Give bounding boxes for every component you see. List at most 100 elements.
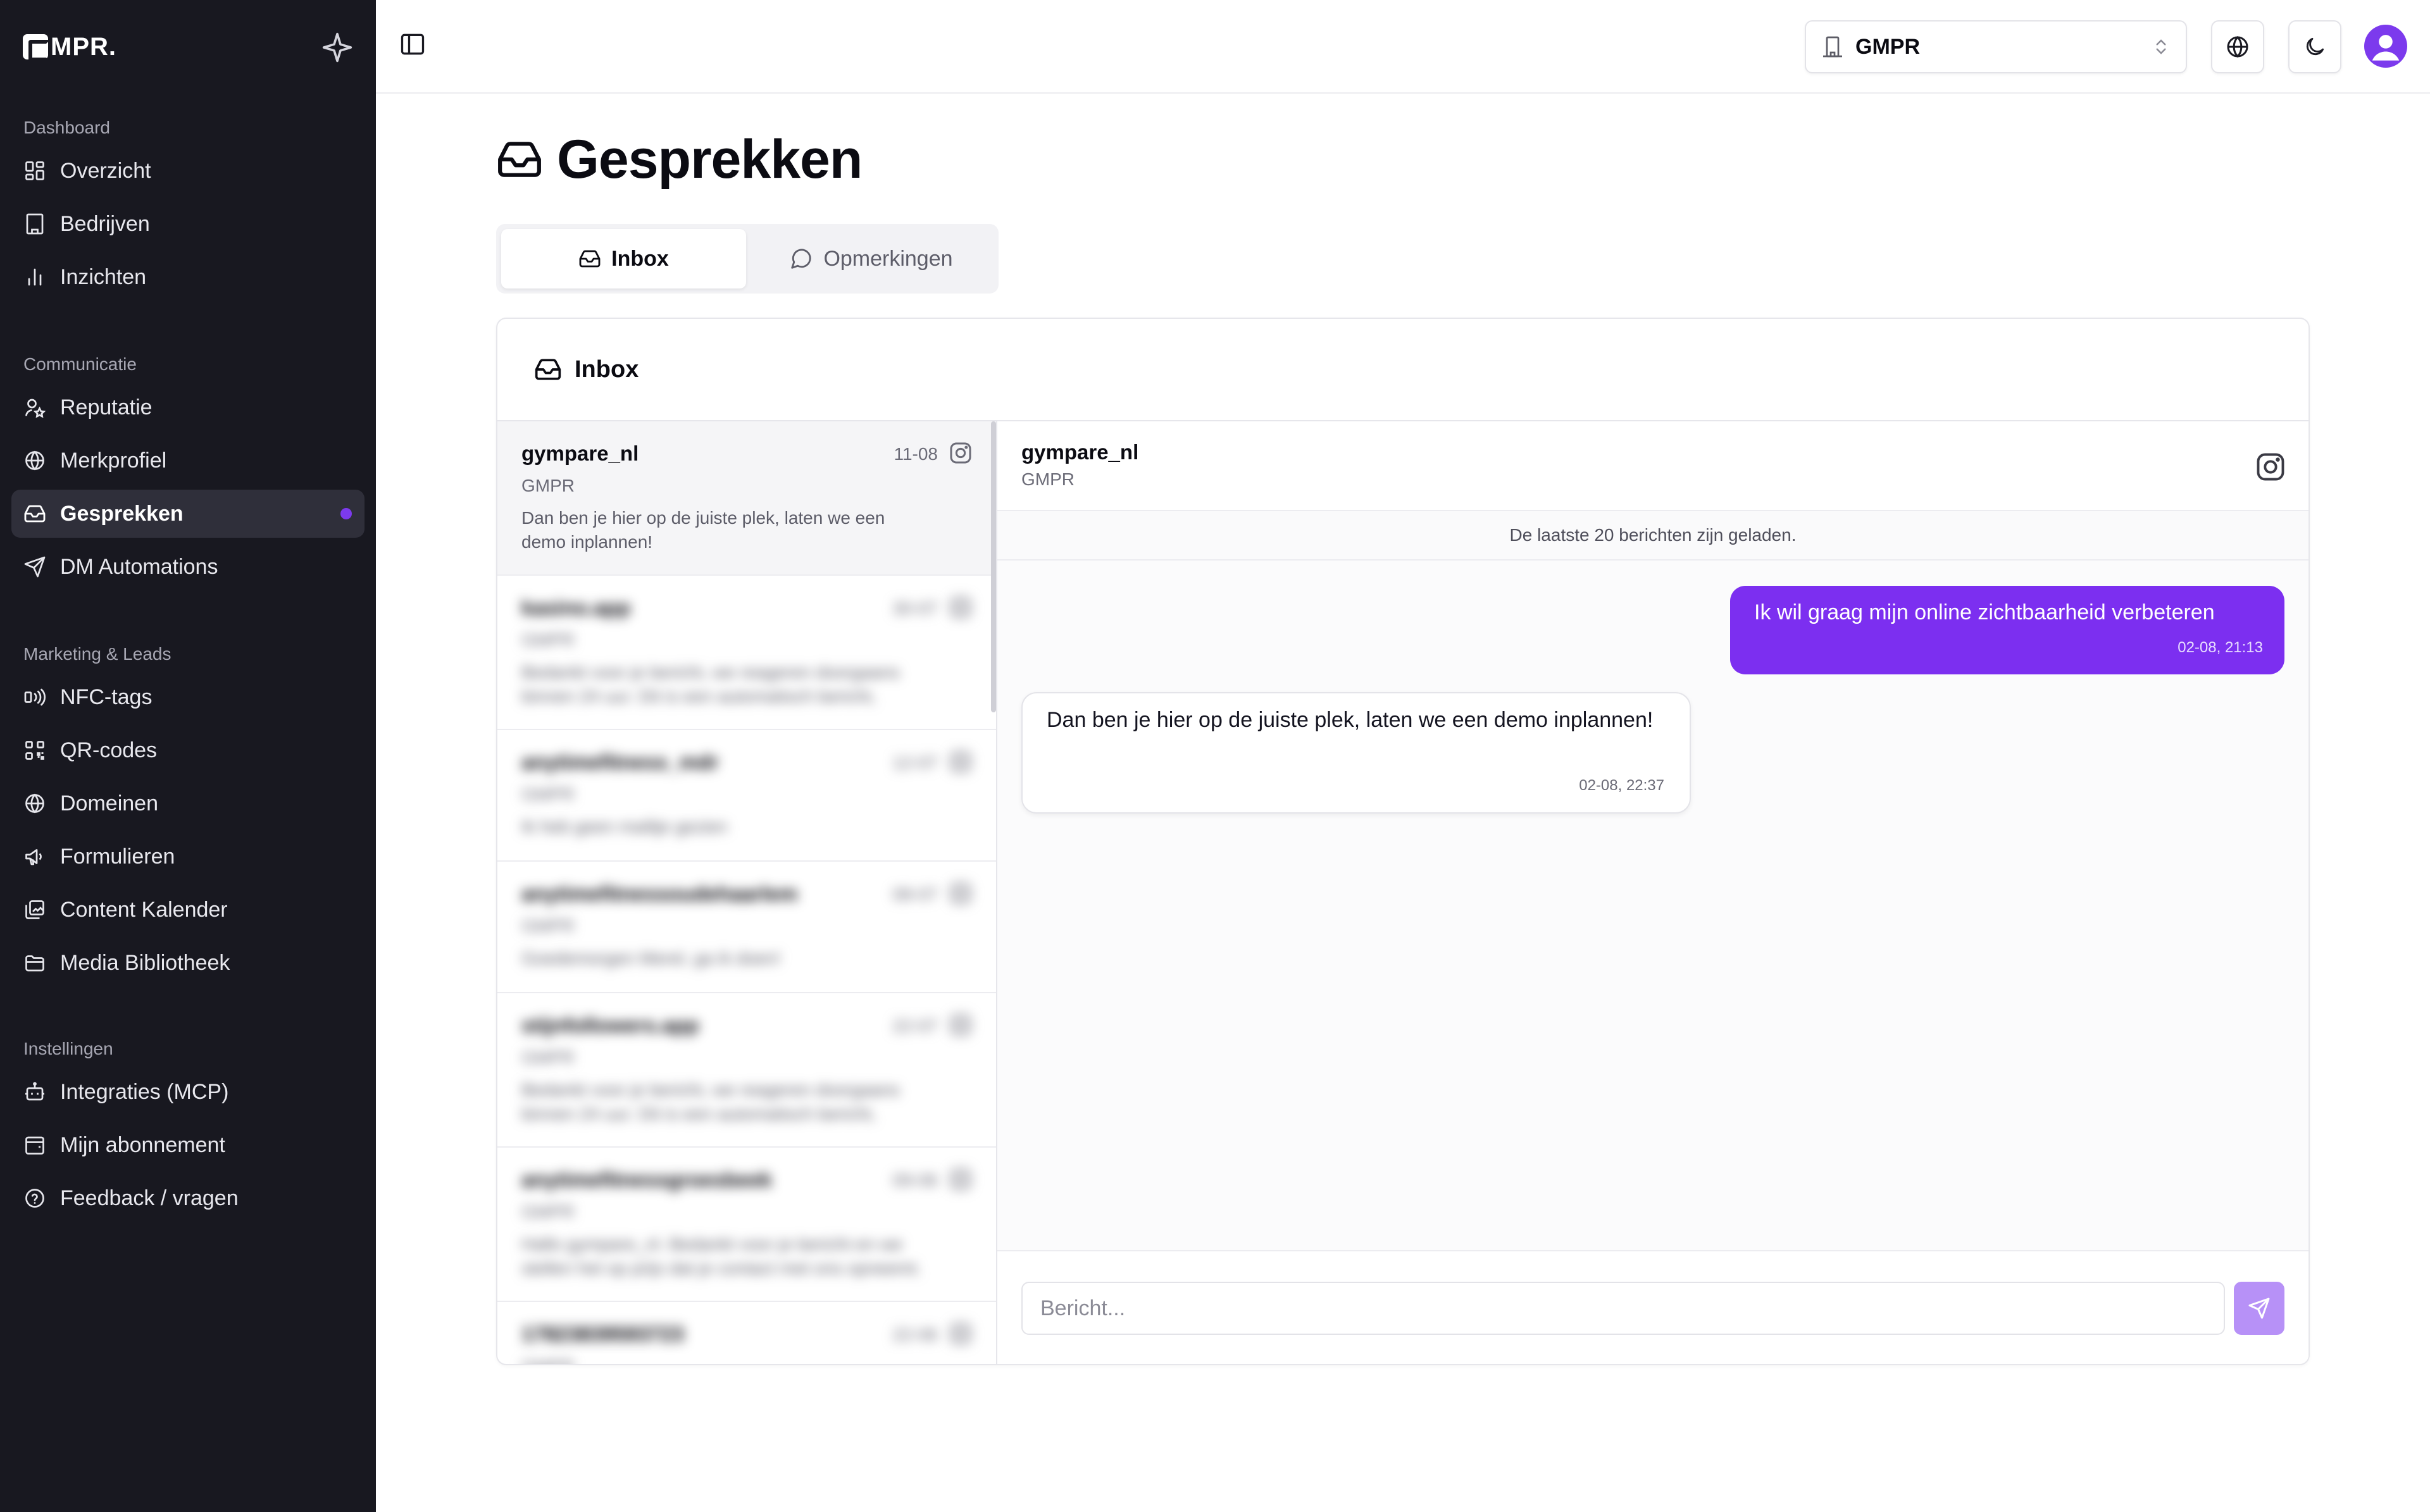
conversation-date: 09-06: [892, 1170, 938, 1190]
chat-contact-org: GMPR: [1021, 469, 1075, 489]
conversation-item[interactable]: stijnfollowers.app 22-07 GMPR Bedankt vo…: [497, 993, 996, 1148]
message-circle-icon: [789, 247, 813, 271]
sidebar-item-label: Formulieren: [60, 844, 175, 869]
nav-group-marketing: Marketing & Leads NFC-tags QR-codes Dome…: [11, 640, 364, 987]
user-icon: [2364, 25, 2407, 68]
sidebar-item-label: NFC-tags: [60, 685, 153, 709]
conversation-item[interactable]: gympare_nl 11-08 GMPR Dan ben je hier op…: [497, 421, 996, 576]
card-title: Inbox: [575, 356, 639, 383]
user-avatar[interactable]: [2364, 25, 2407, 68]
page-title-text: Gesprekken: [557, 128, 863, 190]
sidebar-item-label: Integraties (MCP): [60, 1079, 229, 1104]
conversation-list: gympare_nl 11-08 GMPR Dan ben je hier op…: [497, 421, 997, 1364]
sidebar-item-label: Gesprekken: [60, 501, 184, 526]
conversation-org: GMPR: [521, 1048, 575, 1067]
sidebar-item-mijn-abonnement[interactable]: Mijn abonnement: [11, 1121, 364, 1169]
instagram-icon: [948, 1167, 973, 1192]
instagram-icon: [948, 1012, 973, 1038]
sidebar-item-reputatie[interactable]: Reputatie: [11, 383, 364, 431]
megaphone-icon: [23, 845, 46, 868]
message-text: Ik wil graag mijn online zichtbaarheid v…: [1754, 600, 2215, 624]
sidebar: MPR. Dashboard Overzicht Bedrijven Inzic…: [0, 0, 376, 1512]
nav-group-title: Dashboard: [23, 118, 110, 137]
sidebar-item-feedback[interactable]: Feedback / vragen: [11, 1174, 364, 1222]
conversation-org: GMPR: [521, 1356, 972, 1364]
instagram-icon: [948, 440, 973, 466]
sidebar-item-merkprofiel[interactable]: Merkprofiel: [11, 437, 364, 485]
conversation-item[interactable]: anytimefitness_mdr 12-07 GMPR Ik heb gee…: [497, 730, 996, 862]
sidebar-item-domeinen[interactable]: Domeinen: [11, 779, 364, 827]
brand-name: MPR.: [51, 32, 116, 61]
brand-logo[interactable]: MPR.: [23, 32, 116, 62]
sidebar-item-bedrijven[interactable]: Bedrijven: [11, 200, 364, 248]
sidebar-item-label: Content Kalender: [60, 897, 228, 922]
nav-group-title: Marketing & Leads: [23, 644, 171, 664]
globe-icon: [23, 449, 46, 472]
sidebar-toggle-icon[interactable]: [399, 30, 427, 58]
tab-opmerkingen[interactable]: Opmerkingen: [749, 229, 994, 288]
globe-icon: [23, 792, 46, 815]
message-composer: [997, 1250, 2308, 1364]
instagram-icon: [948, 595, 973, 620]
card-header: Inbox: [497, 319, 2308, 421]
building-icon: [1821, 35, 1844, 58]
sidebar-item-formulieren[interactable]: Formulieren: [11, 833, 364, 881]
conversation-preview: Ik heb geen mailtje gezien: [521, 817, 728, 836]
conversation-item[interactable]: anytimefitnessoudehaarlem 08-07 GMPR Goe…: [497, 862, 996, 993]
sidebar-item-inzichten[interactable]: Inzichten: [11, 253, 364, 301]
conversation-preview: Bedankt voor je bericht, we reageren doo…: [521, 662, 900, 706]
organization-select[interactable]: GMPR: [1805, 20, 2187, 73]
chat-panel: gympare_nl GMPR De laatste 20 berichten …: [997, 421, 2308, 1364]
conversation-item[interactable]: 17823839593723 22-06 GMPR: [497, 1302, 996, 1364]
chevrons-up-down-icon: [2152, 37, 2171, 56]
messages-loaded-notice: De laatste 20 berichten zijn geladen.: [997, 511, 2308, 561]
sidebar-item-qr-codes[interactable]: QR-codes: [11, 726, 364, 774]
sidebar-item-overzicht[interactable]: Overzicht: [11, 147, 364, 195]
inbox-icon: [578, 247, 601, 270]
sidebar-item-dm-automations[interactable]: DM Automations: [11, 543, 364, 591]
send-button[interactable]: [2234, 1282, 2284, 1335]
sidebar-item-nfc-tags[interactable]: NFC-tags: [11, 673, 364, 721]
conversation-item[interactable]: anytimefitnessgroesbeek 09-06 GMPR Hallo…: [497, 1148, 996, 1302]
theme-toggle-button[interactable]: [2288, 20, 2341, 73]
tab-inbox[interactable]: Inbox: [501, 229, 746, 288]
send-icon: [2248, 1297, 2271, 1320]
conversation-item[interactable]: kasino.app 30-07 GMPR Bedankt voor je be…: [497, 576, 996, 730]
inbox-icon: [534, 356, 562, 383]
sidebar-item-label: Merkprofiel: [60, 448, 167, 473]
moon-icon: [2303, 35, 2327, 59]
grid-icon: [23, 159, 46, 182]
unread-dot-badge: [340, 508, 352, 519]
conversation-preview: Goedemorgen Merel, ga ik doen!: [521, 948, 781, 968]
sidebar-item-label: Inzichten: [60, 264, 147, 289]
sidebar-item-label: Media Bibliotheek: [60, 950, 230, 975]
conversation-preview: Hallo gympare_nl. Bedankt voor je berich…: [521, 1234, 921, 1278]
sidebar-item-integraties[interactable]: Integraties (MCP): [11, 1068, 364, 1116]
conversation-date: 30-07: [892, 598, 938, 618]
inbox-card: Inbox gympare_nl 11-08 GMPR Dan ben je h…: [496, 318, 2310, 1365]
qr-code-icon: [23, 739, 46, 762]
sparkle-icon[interactable]: [320, 30, 354, 65]
nav-group-communicatie: Communicatie Reputatie Merkprofiel Gespr…: [11, 350, 364, 591]
nav-group-dashboard: Dashboard Overzicht Bedrijven Inzichten: [11, 114, 364, 301]
sidebar-item-gesprekken[interactable]: Gesprekken: [11, 490, 364, 538]
robot-icon: [23, 1081, 46, 1103]
sidebar-item-content-kalender[interactable]: Content Kalender: [11, 886, 364, 934]
sidebar-item-media-bibliotheek[interactable]: Media Bibliotheek: [11, 939, 364, 987]
conversation-list-scrollbar[interactable]: [991, 421, 996, 712]
nav-group-title: Instellingen: [23, 1039, 113, 1058]
chat-header: gympare_nl GMPR: [997, 421, 2308, 511]
page-title: Gesprekken: [496, 124, 863, 195]
message-timestamp: 02-08, 22:37: [1579, 777, 1664, 794]
bar-chart-icon: [23, 266, 46, 288]
instagram-icon[interactable]: [2254, 450, 2287, 483]
conversation-date: 22-07: [892, 1016, 938, 1036]
instagram-icon: [948, 881, 973, 906]
conversation-org: GMPR: [521, 630, 575, 650]
message-input[interactable]: [1021, 1282, 2225, 1335]
conversation-preview: Dan ben je hier op de juiste plek, laten…: [521, 508, 885, 552]
conversation-date: 11-08: [894, 444, 938, 464]
sidebar-item-label: Domeinen: [60, 791, 158, 815]
language-button[interactable]: [2211, 20, 2264, 73]
conversation-org: GMPR: [521, 1202, 575, 1222]
